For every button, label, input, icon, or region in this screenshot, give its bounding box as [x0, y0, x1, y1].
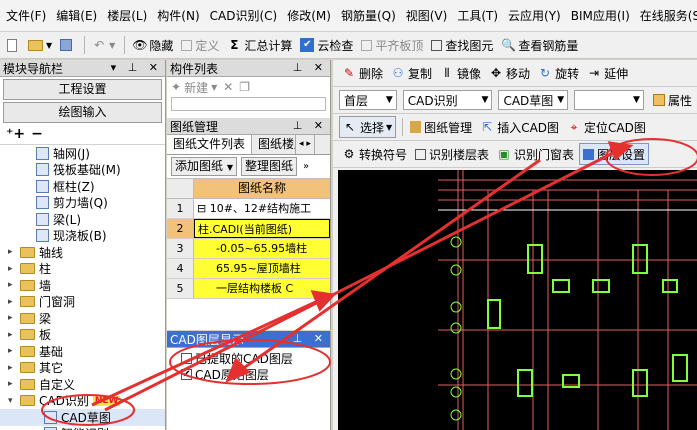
app-window: 文件(F) 编辑(E) 楼层(L) 构件(N) CAD识别(C) 修改(M) 钢筋量(Q) 视…: [0, 0, 697, 430]
annotation-arrows: [91, 141, 634, 412]
annotation-overlay: [41, 138, 697, 426]
